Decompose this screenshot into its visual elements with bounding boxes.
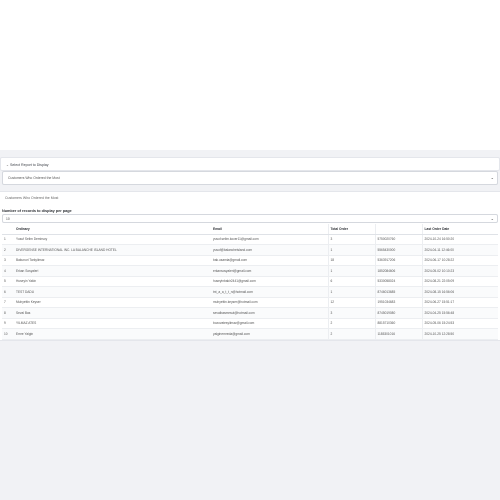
cell-total-order: 1 xyxy=(327,265,375,277)
cell-customer-name: Seval Bas xyxy=(14,307,211,319)
cell-total-order: 18 xyxy=(327,255,375,266)
cell-index: 10 xyxy=(2,328,14,340)
chevron-down-icon: ⌄ xyxy=(490,175,494,180)
cell-last-order-date: 2024-08-15 16:56:06 xyxy=(421,286,498,298)
cell-email: sevalbasmesut@hotmail.com xyxy=(211,307,328,319)
cell-customer-name: DIVERGENSE INTERNATIONAL INC. LA BALANCH… xyxy=(14,244,211,256)
cell-phone: 1852084606 xyxy=(374,265,422,277)
cell-total-order: 2 xyxy=(327,318,375,329)
cell-phone: 8746013685 xyxy=(374,286,422,298)
cell-last-order-date: 2024-06-17 10:28:22 xyxy=(421,255,498,266)
cell-index: 5 xyxy=(2,276,14,287)
cell-email: tnt_a_a_t_t_n@hotmail.com xyxy=(211,286,328,298)
table-row[interactable]: 5 Huseyin Yakin huseyinbakir2441@gmail.com… xyxy=(2,276,498,287)
cell-customer-name: TEST DADU xyxy=(14,286,211,298)
cell-email: bozovatesyilmaz@gmail.com xyxy=(211,318,328,329)
records-per-page-select[interactable]: 10 ⌄ xyxy=(2,214,498,223)
cell-customer-name: Emre Yalgin xyxy=(14,328,211,340)
cell-last-order-date: 2024-05-02 10:10:23 xyxy=(421,265,498,277)
cell-total-order: 1 xyxy=(327,244,375,256)
cell-index: 1 xyxy=(2,234,14,245)
cell-phone: 5363917206 xyxy=(374,255,422,266)
table-row[interactable]: 4 Erkan Sosyaleri erkansosyaleri@gmail.com… xyxy=(2,265,498,277)
cell-index: 2 xyxy=(2,244,14,256)
cell-last-order-date: 2024-08-21 22:05:09 xyxy=(421,276,498,287)
cell-index: 4 xyxy=(2,265,14,277)
cell-total-order: 6 xyxy=(327,276,375,287)
report-selector-header[interactable]: ⌄ Select Report to Display xyxy=(0,157,500,171)
column-header-total-order[interactable]: Total Order xyxy=(327,224,375,235)
report-selector-label: Select Report to Display xyxy=(10,162,49,167)
cell-phone: 8815710360 xyxy=(374,318,422,329)
blank-top-area xyxy=(0,0,500,150)
cell-email: huseyinbakir2441@gmail.com xyxy=(211,276,328,287)
report-title: Customers Who Ordered the Most xyxy=(5,196,59,200)
cell-last-order-date: 2024-10-25 12:28:50 xyxy=(421,328,498,340)
cell-total-order: 3 xyxy=(327,307,375,319)
cell-index: 8 xyxy=(2,307,14,319)
cell-phone: 5330058024 xyxy=(374,276,422,287)
chevron-down-icon: ⌄ xyxy=(490,216,494,221)
table-row[interactable]: 1 Yusuf Selim Demirsoy yusuf.selim.kocer11… xyxy=(2,234,498,245)
cell-total-order: 3 xyxy=(327,234,375,245)
cell-index: 3 xyxy=(2,255,14,266)
table-row[interactable]: 7 Muhyettin Keyser muhyettin.keyser@hotmai… xyxy=(2,297,498,308)
cell-index: 7 xyxy=(2,297,14,308)
cell-email: yusuf.selim.kocer11@gmail.com xyxy=(211,234,328,245)
column-header-email[interactable]: Email xyxy=(211,224,328,235)
records-per-page-label: Number of records to display per page xyxy=(2,209,72,213)
cell-phone: 1185301016 xyxy=(374,328,422,340)
report-select-value: Customers Who Ordered the Most xyxy=(8,176,60,180)
table-row[interactable]: 10 Emre Yalgin yalginemreda@gmail.com 2 1185… xyxy=(2,328,498,340)
cell-last-order-date: 2024-05-06 15:24:53 xyxy=(421,318,498,329)
report-panel: Customers Who Ordered the Most Number of… xyxy=(0,191,500,341)
cell-customer-name: Yusuf Selim Demirsoy xyxy=(14,234,211,245)
column-header-phone xyxy=(374,224,422,235)
table-header-row: Ordinary Email Total Order Last Order Da… xyxy=(2,224,498,235)
column-header-index xyxy=(2,224,14,235)
cell-customer-name: Muhyettin Keyser xyxy=(14,297,211,308)
cell-total-order: 1 xyxy=(327,286,375,298)
table-body: 1 Yusuf Selim Demirsoy yusuf.selim.kocer11… xyxy=(2,234,498,340)
cell-customer-name: Erkan Sosyaleri xyxy=(14,265,211,277)
table-row[interactable]: 3 Bakunuri Tarkyilmaz bak.usamia@gmail.com… xyxy=(2,255,498,266)
cell-phone: 8745019080 xyxy=(374,307,422,319)
cell-phone: 5565430000 xyxy=(374,244,422,256)
table-row[interactable]: 6 TEST DADU tnt_a_a_t_t_n@hotmail.com 1 8746… xyxy=(2,286,498,298)
cell-email: bak.usamia@gmail.com xyxy=(211,255,328,266)
cell-email: erkansosyaleri@gmail.com xyxy=(211,265,328,277)
table-row[interactable]: 9 YILMAZ ATES bozovatesyilmaz@gmail.com 2 88… xyxy=(2,318,498,329)
cell-last-order-date: 2024-04-11 12:46:00 xyxy=(421,244,498,256)
cell-email: yusuf@balancheisland.com xyxy=(211,244,328,256)
cell-email: yalginemreda@gmail.com xyxy=(211,328,328,340)
column-header-last-order-date[interactable]: Last Order Date xyxy=(421,224,498,235)
cell-index: 9 xyxy=(2,318,14,329)
cell-customer-name: Huseyin Yakin xyxy=(14,276,211,287)
cell-total-order: 12 xyxy=(327,297,375,308)
cell-customer-name: YILMAZ ATES xyxy=(14,318,211,329)
table-row[interactable]: 2 DIVERGENSE INTERNATIONAL INC. LA BALANC… xyxy=(2,244,498,256)
cell-last-order-date: 2024-04-25 15:56:48 xyxy=(421,307,498,319)
table-row[interactable]: 8 Seval Bas sevalbasmesut@hotmail.com 3 8745… xyxy=(2,307,498,319)
cell-last-order-date: 2024-06-27 15:51:17 xyxy=(421,297,498,308)
cell-index: 6 xyxy=(2,286,14,298)
report-select[interactable]: Customers Who Ordered the Most ⌄ xyxy=(2,171,498,185)
customers-table: Ordinary Email Total Order Last Order Da… xyxy=(2,224,498,340)
column-header-ordinary[interactable]: Ordinary xyxy=(14,224,211,235)
cell-last-order-date: 2024-10-24 16:50:20 xyxy=(421,234,498,245)
cell-email: muhyettin.keyser@hotmail.com xyxy=(211,297,328,308)
cell-phone: 5750020760 xyxy=(374,234,422,245)
cell-customer-name: Bakunuri Tarkyilmaz xyxy=(14,255,211,266)
cell-phone: 1951034683 xyxy=(374,297,422,308)
records-per-page-value: 10 xyxy=(6,217,10,221)
cell-total-order: 2 xyxy=(327,328,375,340)
